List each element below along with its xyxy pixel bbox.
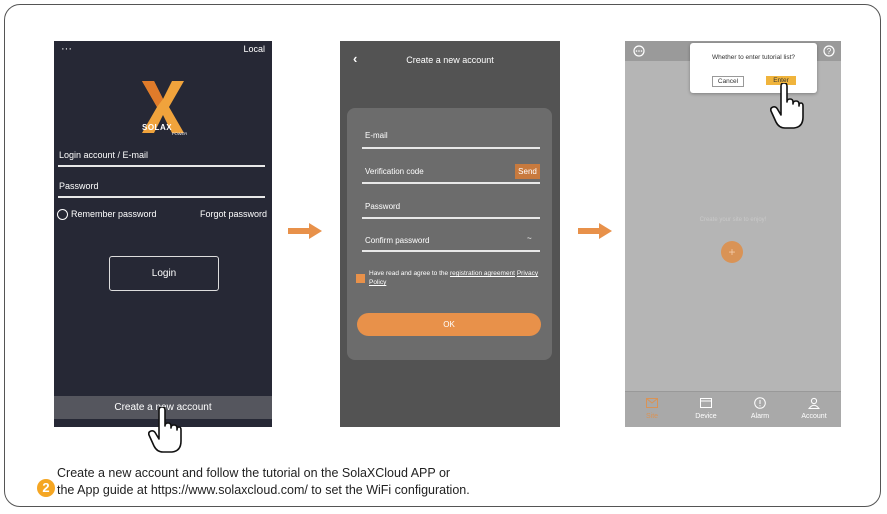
verification-code-field[interactable]: Verification code [365,167,424,176]
account-icon [808,397,820,409]
nav-alarm[interactable]: Alarm [733,392,787,427]
confirm-password-field[interactable]: Confirm password [365,236,429,245]
step-number-badge: 2 [37,479,55,497]
password-underline [362,217,540,219]
logo-text: SOLAX [142,123,173,132]
agree-label: Have read and agree to the [369,270,449,277]
login-account-underline [58,165,265,167]
screen-title: Create a new account [406,55,494,65]
password-field[interactable]: Password [59,181,99,191]
remember-password-label: Remember password [71,209,157,219]
pointing-hand-icon [770,83,804,129]
form-card: E-mail Verification code Send Password C… [347,108,552,360]
create-account-screen: ‹ Create a new account E-mail Verificati… [340,41,560,427]
nav-alarm-label: Alarm [750,413,770,420]
add-site-button[interactable]: + [721,241,743,263]
send-button[interactable]: Send [515,164,540,179]
dialog-title: Whether to enter tutorial list? [711,54,796,61]
nav-site-label: Site [645,413,659,420]
remember-radio[interactable] [57,209,68,220]
help-icon[interactable]: ? [823,45,835,57]
password-underline [58,196,265,198]
forgot-password-link[interactable]: Forgot password [200,209,267,219]
agree-checkbox[interactable] [356,274,365,283]
password-field[interactable]: Password [365,202,400,211]
nav-device-label: Device [695,413,717,420]
cancel-button[interactable]: Cancel [712,76,744,87]
confirm-password-underline [362,250,540,252]
logo-subtext: POWER [172,131,188,136]
local-button[interactable]: Local [243,44,265,54]
tutorial-screen: ? Whether to enter tutorial list? Cancel… [625,41,841,427]
menu-dots-icon[interactable]: ··· [61,43,72,55]
bottom-nav: Site Device Alarm Account [625,391,841,427]
caption-line-2: the App guide at https://www.solaxcloud.… [57,483,470,497]
email-field[interactable]: E-mail [365,131,388,140]
login-account-field[interactable]: Login account / E-mail [59,150,148,160]
verification-underline [362,182,540,184]
agreement-text: Have read and agree to the registration … [369,269,539,287]
mail-icon [646,398,658,408]
arrow-right-icon [578,223,612,239]
registration-agreement-link[interactable]: registration agreement [450,270,515,277]
ok-button[interactable]: OK [357,313,541,336]
alarm-icon [754,397,766,409]
nav-site[interactable]: Site [625,392,679,427]
arrow-right-icon [288,223,322,239]
nav-device[interactable]: Device [679,392,733,427]
nav-account-label: Account [801,413,827,420]
caption-line-1: Create a new account and follow the tuto… [57,466,451,480]
empty-state-text: Create your site to enjoy! [699,217,767,223]
device-icon [700,398,712,408]
nav-account[interactable]: Account [787,392,841,427]
login-button[interactable]: Login [109,256,219,291]
svg-text:?: ? [827,47,832,56]
instruction-caption: Create a new account and follow the tuto… [57,465,470,499]
login-screen: ··· Local SOLAX POWER Login account / E-… [54,41,272,427]
pointing-hand-icon [148,407,182,453]
email-underline [362,147,540,149]
show-password-icon[interactable]: ~ [527,234,532,243]
menu-circle-icon[interactable] [633,45,645,57]
